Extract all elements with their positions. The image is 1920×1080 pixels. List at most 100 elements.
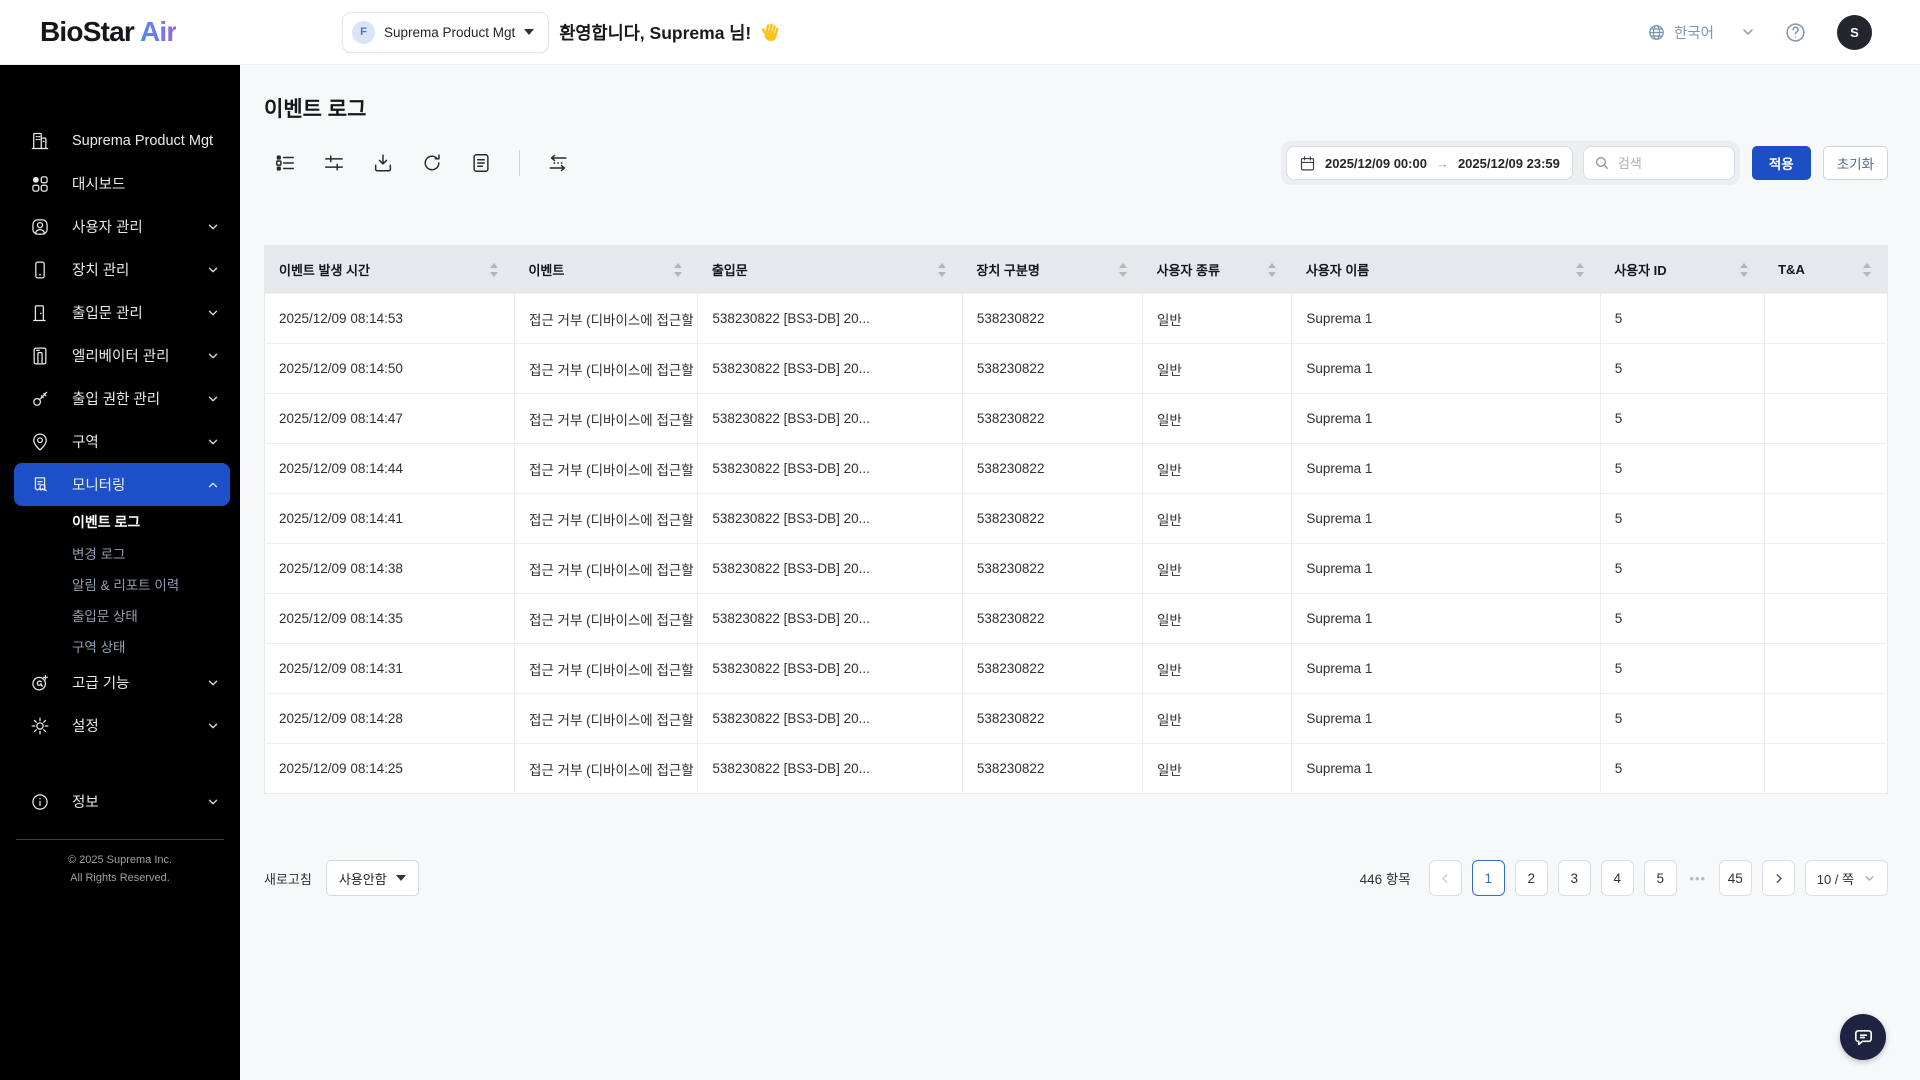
column-header-2[interactable]: 이벤트 bbox=[514, 245, 698, 294]
next-page-button[interactable] bbox=[1761, 860, 1795, 896]
sidebar-item-device-mgmt[interactable]: 장치 관리 bbox=[14, 248, 230, 291]
filter-button[interactable] bbox=[323, 152, 345, 174]
sort-icon[interactable] bbox=[673, 262, 682, 277]
sort-icon[interactable] bbox=[938, 262, 947, 277]
sort-icon[interactable] bbox=[1118, 262, 1127, 277]
wave-hand-icon bbox=[761, 23, 779, 41]
column-header-6[interactable]: 사용자 이름 bbox=[1291, 245, 1601, 294]
sort-icon[interactable] bbox=[1863, 262, 1871, 277]
column-header-8[interactable]: T&A bbox=[1764, 245, 1888, 294]
column-settings-button[interactable] bbox=[274, 152, 296, 174]
cell-user_name: Suprema 1 bbox=[1291, 743, 1601, 794]
prev-page-button[interactable] bbox=[1428, 860, 1462, 896]
info-icon bbox=[32, 793, 48, 810]
chevron-up-icon bbox=[208, 482, 218, 487]
sidebar-item-access-mgmt[interactable]: 출입 권한 관리 bbox=[14, 377, 230, 420]
sort-icon[interactable] bbox=[1576, 262, 1585, 277]
sidebar-item-settings[interactable]: 설정 bbox=[14, 704, 230, 747]
refresh-icon bbox=[424, 154, 440, 171]
submenu-item-alert-report-history[interactable]: 알림 & 리포트 이력 bbox=[0, 568, 240, 599]
sidebar-item-user-mgmt[interactable]: 사용자 관리 bbox=[14, 205, 230, 248]
cell-device: 538230822 bbox=[961, 293, 1143, 344]
last-page-button[interactable]: 45 bbox=[1718, 860, 1752, 896]
cell-door: 538230822 [BS3-DB] 20... bbox=[697, 643, 963, 694]
column-header-5[interactable]: 사용자 종류 bbox=[1142, 245, 1292, 294]
submenu-item-event-log[interactable]: 이벤트 로그 bbox=[0, 506, 240, 537]
download-button[interactable] bbox=[372, 152, 394, 174]
cell-event: 접근 거부 (디바이스에 접근할 ... bbox=[513, 393, 698, 444]
search-icon bbox=[1595, 157, 1608, 169]
chevron-down-icon bbox=[208, 396, 218, 401]
page-size-select[interactable]: 10 / 쪽 bbox=[1804, 860, 1888, 896]
sidebar-item-label: 출입 권한 관리 bbox=[72, 392, 161, 408]
elevator-icon bbox=[33, 346, 47, 365]
sort-icon[interactable] bbox=[1267, 262, 1276, 277]
sidebar-item-dashboard[interactable]: 대시보드 bbox=[14, 162, 230, 205]
column-label: 이벤트 bbox=[528, 263, 565, 278]
table-row[interactable]: 2025/12/09 08:14:47 접근 거부 (디바이스에 접근할 ... 5… bbox=[264, 393, 1888, 444]
cell-door: 538230822 [BS3-DB] 20... bbox=[697, 343, 963, 394]
submenu-item-door-status[interactable]: 출입문 상태 bbox=[0, 599, 240, 630]
app-root: BioStar Air F Suprema Product Mgt 환영합니다,… bbox=[0, 0, 1920, 1080]
building-icon bbox=[31, 132, 49, 149]
sidebar-item-advanced[interactable]: 고급 기능 bbox=[14, 661, 230, 704]
sort-icon[interactable] bbox=[1740, 262, 1749, 277]
search-input[interactable] bbox=[1617, 155, 1724, 171]
user-avatar[interactable]: S bbox=[1837, 14, 1872, 50]
page-button-1[interactable]: 1 bbox=[1471, 860, 1505, 896]
globe-icon bbox=[1649, 24, 1664, 40]
sort-icon[interactable] bbox=[490, 262, 499, 277]
table-row[interactable]: 2025/12/09 08:14:53 접근 거부 (디바이스에 접근할 ... 5… bbox=[264, 293, 1888, 344]
column-header-1[interactable]: 이벤트 발생 시간 bbox=[264, 245, 515, 294]
report-button[interactable] bbox=[470, 152, 492, 174]
cell-time: 2025/12/09 08:14:53 bbox=[264, 293, 515, 344]
chat-fab-button[interactable] bbox=[1840, 1014, 1886, 1060]
sidebar-item-label: 고급 기능 bbox=[72, 676, 130, 692]
cell-door: 538230822 [BS3-DB] 20... bbox=[697, 293, 963, 344]
download-icon bbox=[374, 154, 392, 172]
reset-button[interactable]: 초기화 bbox=[1822, 146, 1888, 180]
cell-device: 538230822 bbox=[961, 493, 1143, 544]
auto-refresh-dropdown[interactable]: 사용안함 bbox=[325, 860, 419, 896]
sidebar-item-info[interactable]: 정보 bbox=[14, 780, 230, 823]
table-row[interactable]: 2025/12/09 08:14:41 접근 거부 (디바이스에 접근할 ... 5… bbox=[264, 493, 1888, 544]
column-header-3[interactable]: 출입문 bbox=[697, 245, 963, 294]
cell-tna bbox=[1763, 343, 1888, 394]
page-button-5[interactable]: 5 bbox=[1643, 860, 1677, 896]
table-row[interactable]: 2025/12/09 08:14:44 접근 거부 (디바이스에 접근할 ... 5… bbox=[264, 443, 1888, 494]
cell-event: 접근 거부 (디바이스에 접근할 ... bbox=[513, 543, 698, 594]
sidebar-item-site[interactable]: Suprema Product Mgt bbox=[14, 119, 230, 162]
page-button-3[interactable]: 3 bbox=[1557, 860, 1591, 896]
table-row[interactable]: 2025/12/09 08:14:35 접근 거부 (디바이스에 접근할 ... 5… bbox=[264, 593, 1888, 644]
transfer-logs-button[interactable] bbox=[547, 152, 569, 174]
column-header-7[interactable]: 사용자 ID bbox=[1600, 245, 1765, 294]
table-row[interactable]: 2025/12/09 08:14:38 접근 거부 (디바이스에 접근할 ... 5… bbox=[264, 543, 1888, 594]
sidebar-item-monitoring[interactable]: 모니터링 bbox=[14, 463, 230, 506]
submenu-item-change-log[interactable]: 변경 로그 bbox=[0, 537, 240, 568]
table-row[interactable]: 2025/12/09 08:14:28 접근 거부 (디바이스에 접근할 ... 5… bbox=[264, 693, 1888, 744]
table-row[interactable]: 2025/12/09 08:14:25 접근 거부 (디바이스에 접근할 ... 5… bbox=[264, 743, 1888, 794]
total-items-label: 446 항목 bbox=[1359, 872, 1411, 887]
organization-selector[interactable]: F Suprema Product Mgt bbox=[342, 11, 550, 53]
submenu-item-zone-status[interactable]: 구역 상태 bbox=[0, 630, 240, 661]
table-row[interactable]: 2025/12/09 08:14:31 접근 거부 (디바이스에 접근할 ... 5… bbox=[264, 643, 1888, 694]
cell-door: 538230822 [BS3-DB] 20... bbox=[697, 443, 963, 494]
help-button[interactable] bbox=[1784, 21, 1807, 44]
language-selector[interactable]: 한국어 bbox=[1647, 22, 1714, 43]
column-header-4[interactable]: 장치 구분명 bbox=[962, 245, 1143, 294]
page-button-2[interactable]: 2 bbox=[1514, 860, 1548, 896]
language-chevron-down-icon[interactable] bbox=[1740, 24, 1756, 40]
sidebar-item-door-mgmt[interactable]: 출입문 관리 bbox=[14, 291, 230, 334]
pagination-controls: 446 항목 12345 ••• 45 10 / 쪽 bbox=[1360, 860, 1888, 896]
refresh-button[interactable] bbox=[421, 152, 443, 174]
sidebar-item-zone[interactable]: 구역 bbox=[14, 420, 230, 463]
apply-button[interactable]: 적용 bbox=[1751, 146, 1811, 180]
sidebar-item-elevator-mgmt[interactable]: 엘리베이터 관리 bbox=[14, 334, 230, 377]
search-box[interactable] bbox=[1582, 146, 1735, 180]
date-range-input[interactable]: 2025/12/09 00:00 → 2025/12/09 23:59 bbox=[1286, 146, 1573, 180]
biostar-air-logo[interactable]: BioStar Air bbox=[40, 16, 342, 48]
cell-device: 538230822 bbox=[961, 343, 1143, 394]
table-row[interactable]: 2025/12/09 08:14:50 접근 거부 (디바이스에 접근할 ... 5… bbox=[264, 343, 1888, 394]
cell-user_type: 일반 bbox=[1142, 593, 1292, 644]
page-button-4[interactable]: 4 bbox=[1600, 860, 1634, 896]
